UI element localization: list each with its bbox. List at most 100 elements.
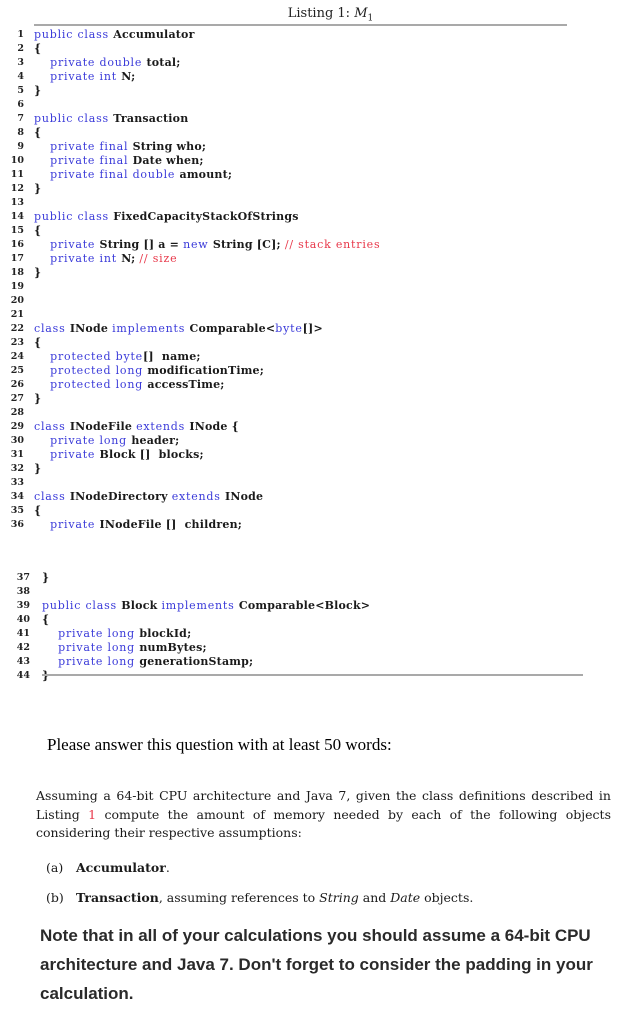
code-text: Date when; — [132, 154, 204, 167]
code-source: { — [34, 504, 41, 518]
code-keyword: class — [34, 490, 70, 503]
code-source: public class FixedCapacityStackOfStrings — [34, 210, 299, 224]
code-text: { — [34, 224, 42, 237]
code-text: } — [42, 571, 50, 584]
line-number: 23 — [10, 337, 24, 348]
code-source: private INodeFile [] children; — [34, 518, 242, 532]
code-source: protected long modificationTime; — [34, 364, 264, 378]
code-keyword: extends — [136, 420, 190, 433]
code-keyword: protected long — [50, 378, 148, 391]
code-source: { — [42, 613, 49, 627]
code-keyword: public class — [42, 599, 122, 612]
code-keyword: private — [50, 448, 100, 461]
code-text: amount; — [179, 168, 233, 181]
code-source: } — [34, 392, 41, 406]
code-text: numBytes; — [139, 641, 207, 654]
code-text: String [] a = — [99, 238, 184, 251]
code-keyword: private final — [50, 140, 133, 153]
code-source: protected long accessTime; — [34, 378, 225, 392]
code-text: Block [] blocks; — [99, 448, 204, 461]
line-number: 41 — [16, 628, 30, 639]
item-rest-post: objects. — [420, 890, 474, 905]
code-text: { — [34, 42, 42, 55]
line-number: 42 — [16, 642, 30, 653]
code-text: N; — [121, 70, 136, 83]
line-number: 26 — [10, 379, 24, 390]
line-number: 25 — [10, 365, 24, 376]
code-source: } — [34, 84, 41, 98]
code-keyword: private long — [58, 627, 140, 640]
code-text: Accumulator — [113, 28, 195, 41]
code-keyword: byte — [275, 322, 303, 335]
item-label: (b) — [46, 890, 64, 905]
line-number: 1 — [17, 29, 24, 40]
code-source: private final String who; — [34, 140, 206, 154]
code-source: { — [34, 42, 41, 56]
item-bold: Transaction — [75, 890, 159, 905]
line-number: 14 — [10, 211, 24, 222]
code-text: modificationTime; — [147, 364, 265, 377]
code-source: { — [34, 336, 41, 350]
code-text: []> — [302, 322, 323, 335]
code-text: } — [34, 392, 42, 405]
code-source: public class Block implements Comparable… — [42, 599, 370, 613]
code-text: header; — [131, 434, 180, 447]
code-keyword: implements — [161, 599, 239, 612]
code-text: Comparable< — [189, 322, 276, 335]
question-paragraph: Assuming a 64-bit CPU architecture and J… — [36, 787, 611, 843]
listing-bottom-rule — [42, 674, 583, 676]
line-number: 34 — [10, 491, 24, 502]
code-text: { — [42, 613, 50, 626]
code-text: INodeFile — [69, 420, 137, 433]
code-source: class INode implements Comparable<byte[]… — [34, 322, 323, 336]
line-number: 4 — [17, 71, 24, 82]
code-source: class INodeFile extends INode { — [34, 420, 239, 434]
code-keyword: private int — [50, 70, 122, 83]
line-number: 11 — [10, 169, 24, 180]
code-source: { — [34, 224, 41, 238]
code-text: INodeDirectory — [69, 490, 172, 503]
code-text: { — [34, 504, 42, 517]
code-text: Transaction — [113, 112, 189, 125]
line-number: 13 — [10, 197, 24, 208]
item-label: (a) — [46, 860, 64, 875]
code-source: private final Date when; — [34, 154, 204, 168]
code-keyword: private final — [50, 154, 133, 167]
note-text: Note that in all of your calculations yo… — [40, 926, 593, 1003]
code-keyword: public class — [34, 28, 114, 41]
code-comment: // stack entries — [284, 238, 381, 251]
line-number: 6 — [17, 99, 24, 110]
line-number: 28 — [10, 407, 24, 418]
code-keyword: private long — [58, 641, 140, 654]
line-number: 37 — [16, 572, 30, 583]
line-number: 3 — [17, 57, 24, 68]
code-text: } — [34, 84, 42, 97]
question-item-a: (a) Accumulator. — [46, 858, 473, 888]
code-text: { — [34, 126, 42, 139]
line-number: 32 — [10, 463, 24, 474]
code-text: Block — [121, 599, 162, 612]
item-rest-pre: , assuming references to — [158, 890, 320, 905]
listing-reference-link[interactable]: 1 — [88, 807, 96, 822]
line-number: 21 — [10, 309, 24, 320]
item-italic-date: Date — [390, 890, 421, 905]
line-number: 30 — [10, 435, 24, 446]
line-number: 9 — [17, 141, 24, 152]
code-keyword: protected long — [50, 364, 148, 377]
code-text: FixedCapacityStackOfStrings — [113, 210, 299, 223]
code-source: public class Accumulator — [34, 28, 195, 42]
line-number: 27 — [10, 393, 24, 404]
code-keyword: public class — [34, 112, 114, 125]
line-number: 16 — [10, 239, 24, 250]
code-text: Comparable<Block> — [238, 599, 371, 612]
code-keyword: extends — [171, 490, 226, 503]
line-number: 5 — [17, 85, 24, 96]
code-keyword: implements — [112, 322, 190, 335]
listing-caption-math: M — [354, 6, 368, 21]
code-comment: // size — [139, 252, 178, 265]
